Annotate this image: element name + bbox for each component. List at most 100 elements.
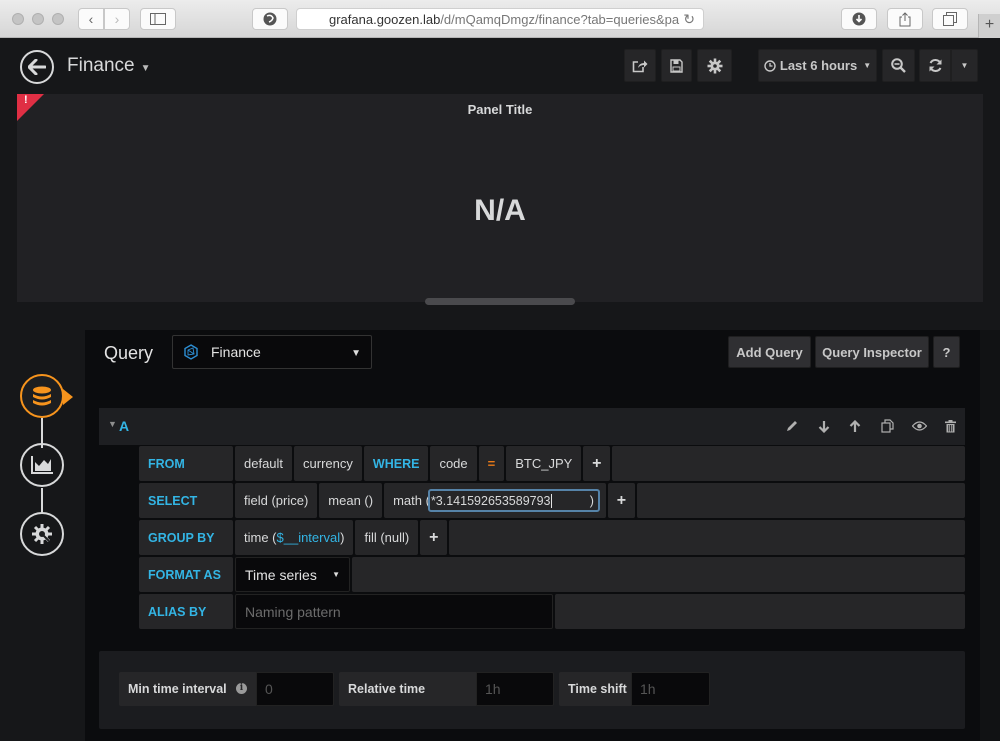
query-inspector-button[interactable]: Query Inspector (815, 336, 929, 368)
share-icon (899, 11, 911, 26)
share-button[interactable] (887, 8, 923, 30)
download-icon (852, 12, 866, 26)
close-window-button[interactable] (12, 13, 24, 25)
step-queries[interactable] (20, 374, 64, 418)
dashboard-title[interactable]: Finance ▼ (67, 55, 151, 77)
query-ref-id[interactable]: A (119, 418, 129, 434)
back-to-dashboard-button[interactable] (20, 50, 54, 84)
relative-time-label: Relative time (339, 672, 476, 706)
add-query-button[interactable]: Add Query (728, 336, 811, 368)
tabs-overview-button[interactable] (932, 8, 968, 30)
add-where-condition-button[interactable]: + (583, 446, 611, 481)
edit-query-button[interactable] (784, 418, 800, 434)
browser-back-button[interactable]: ‹ (78, 8, 104, 30)
move-up-button[interactable] (847, 418, 863, 434)
zoom-out-button[interactable] (882, 49, 915, 82)
reload-icon[interactable]: ↻ (683, 11, 695, 28)
step-visualization[interactable] (20, 443, 64, 487)
area-chart-icon (31, 456, 53, 474)
downloads-button[interactable] (841, 8, 877, 30)
select-row: SELECT field (price) mean () math ( *3.1… (139, 483, 965, 518)
remove-query-button[interactable] (942, 418, 958, 434)
new-tab-button[interactable]: + (978, 14, 1000, 38)
math-label: math ( (393, 493, 430, 508)
add-group-by-button[interactable]: + (420, 520, 448, 555)
collapse-caret-icon[interactable]: ▼ (108, 419, 117, 429)
tag-operator-segment[interactable]: = (478, 446, 505, 481)
share-dashboard-button[interactable] (624, 49, 656, 82)
globe-icon (263, 12, 277, 26)
site-settings-button[interactable] (252, 8, 288, 30)
help-button[interactable]: ? (933, 336, 960, 368)
format-as-row: FORMAT AS Time series ▼ (139, 557, 965, 592)
duplicate-query-button[interactable] (879, 418, 895, 434)
tag-value-segment[interactable]: BTC_JPY (506, 446, 582, 481)
toggle-visibility-button[interactable] (911, 418, 927, 434)
math-function-segment[interactable]: math ( *3.141592653589793 ) (384, 483, 606, 518)
field-segment[interactable]: field (price) (235, 483, 318, 518)
alias-row-filler (555, 594, 965, 629)
format-as-label: FORMAT AS (139, 557, 233, 592)
sidebar-toggle-button[interactable] (140, 8, 176, 30)
refresh-icon (929, 59, 941, 72)
retention-policy-segment[interactable]: default (235, 446, 293, 481)
dashboard-title-text: Finance (67, 55, 135, 76)
time-group-segment[interactable]: time ($__interval) (235, 520, 354, 555)
panel-title[interactable]: Panel Title (17, 102, 983, 117)
math-expression-input[interactable]: *3.141592653589793 ) (427, 489, 600, 512)
pencil-icon (787, 421, 797, 431)
aggregation-segment[interactable]: mean () (319, 483, 383, 518)
format-as-value: Time series (245, 566, 317, 583)
url-bar[interactable]: grafana.goozen.lab/d/mQamqDmgz/finance?t… (296, 8, 704, 30)
time-picker-button[interactable]: Last 6 hours ▼ (758, 49, 877, 82)
min-time-interval-input[interactable]: 0 (256, 672, 334, 706)
add-select-part-button[interactable]: + (607, 483, 635, 518)
time-shift-input[interactable]: 1h (631, 672, 710, 706)
datasource-picker[interactable]: Finance ▼ (172, 335, 372, 369)
zoom-window-button[interactable] (52, 13, 64, 25)
from-label: FROM (139, 446, 233, 481)
relative-time-input[interactable]: 1h (476, 672, 554, 706)
fill-segment[interactable]: fill (null) (355, 520, 419, 555)
caret-down-icon: ▼ (351, 348, 361, 359)
time-group-prefix: time ( (244, 530, 277, 545)
alias-by-label: ALIAS BY (139, 594, 233, 629)
share-square-icon (632, 60, 648, 72)
alias-by-input[interactable]: Naming pattern (235, 594, 553, 629)
math-close-paren: ) (589, 493, 594, 508)
dashboard-settings-button[interactable] (697, 49, 732, 82)
group-by-row-filler (449, 520, 965, 555)
sidebar-icon (150, 13, 166, 25)
caret-down-icon: ▼ (863, 61, 872, 70)
minimize-window-button[interactable] (32, 13, 44, 25)
datasource-name: Finance (211, 344, 261, 360)
select-label: SELECT (139, 483, 233, 518)
arrow-down-icon (818, 420, 830, 433)
wrench-gear-icon (32, 524, 52, 544)
url-path: /d/mQamqDmgz/finance?tab=queries&pa (440, 11, 680, 27)
eye-icon (911, 421, 927, 431)
from-row-filler (612, 446, 965, 481)
measurement-segment[interactable]: currency (294, 446, 362, 481)
browser-forward-button[interactable]: › (104, 8, 130, 30)
chevron-right-icon: › (114, 11, 120, 27)
browser-toolbar: ‹ › grafana.goozen.lab/d/mQamqDmgz/finan… (0, 0, 1000, 38)
database-icon (33, 386, 51, 406)
format-row-filler (352, 557, 965, 592)
format-as-select[interactable]: Time series ▼ (235, 557, 350, 592)
arrow-left-icon (28, 59, 46, 75)
text-cursor (550, 493, 552, 508)
info-icon[interactable]: i (236, 683, 247, 694)
arrow-up-icon (849, 419, 861, 432)
save-dashboard-button[interactable] (661, 49, 692, 82)
panel-resize-handle[interactable] (425, 298, 575, 305)
tag-key-segment[interactable]: code (430, 446, 477, 481)
caret-down-icon: ▼ (140, 63, 151, 74)
step-general[interactable] (20, 512, 64, 556)
refresh-interval-dropdown[interactable]: ▼ (951, 49, 978, 82)
move-down-button[interactable] (816, 418, 832, 434)
gear-icon (707, 58, 722, 73)
refresh-button[interactable] (919, 49, 951, 82)
active-step-pointer-icon (63, 389, 73, 405)
step-connector (41, 488, 43, 514)
